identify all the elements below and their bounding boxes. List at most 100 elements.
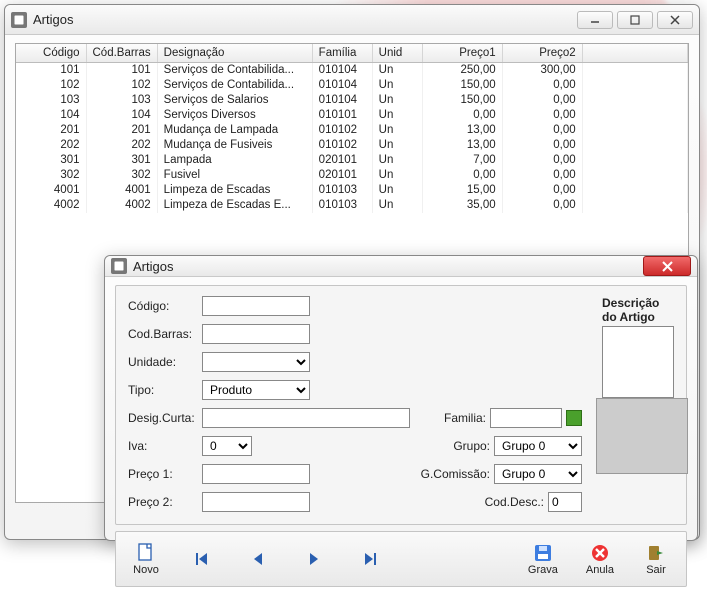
cell: Fusivel xyxy=(157,168,312,183)
descricao-textarea[interactable] xyxy=(602,326,674,398)
minimize-button[interactable] xyxy=(577,11,613,29)
column-header[interactable]: Preço1 xyxy=(422,44,502,63)
table-row[interactable]: 104104Serviços Diversos010101Un0,000,00 xyxy=(16,108,688,123)
cell: 010104 xyxy=(312,93,372,108)
cancel-icon xyxy=(589,542,611,564)
preco2-field[interactable] xyxy=(202,492,310,512)
window-title: Artigos xyxy=(33,12,577,27)
column-header[interactable]: Código xyxy=(16,44,86,63)
cell: 0,00 xyxy=(502,78,582,93)
cell: 300,00 xyxy=(502,63,582,78)
detail-toolbar: Novo Grava Anula xyxy=(115,531,687,587)
maximize-button[interactable] xyxy=(617,11,653,29)
next-record-button[interactable] xyxy=(294,536,334,582)
table-row[interactable]: 40024002Limpeza de Escadas E...010103Un3… xyxy=(16,198,688,213)
codigo-field[interactable] xyxy=(202,296,310,316)
column-header[interactable]: Preço2 xyxy=(502,44,582,63)
familia-lookup-button[interactable] xyxy=(566,410,582,426)
label-tipo: Tipo: xyxy=(128,383,198,397)
table-row[interactable]: 40014001Limpeza de Escadas010103Un15,000… xyxy=(16,183,688,198)
cell: Serviços de Contabilida... xyxy=(157,78,312,93)
label-familia: Familia: xyxy=(414,411,486,425)
cell: 010102 xyxy=(312,123,372,138)
cell: 010103 xyxy=(312,183,372,198)
table-row[interactable]: 202202Mudança de Fusiveis010102Un13,000,… xyxy=(16,138,688,153)
cell: 4001 xyxy=(16,183,86,198)
preco1-field[interactable] xyxy=(202,464,310,484)
sair-button[interactable]: Sair xyxy=(636,536,676,582)
cell: 35,00 xyxy=(422,198,502,213)
titlebar[interactable]: Artigos xyxy=(105,256,697,277)
cell: 010103 xyxy=(312,198,372,213)
label-descricao: Descrição do Artigo xyxy=(602,296,674,324)
cell: 0,00 xyxy=(422,168,502,183)
cell: Un xyxy=(372,63,422,78)
cell: Un xyxy=(372,123,422,138)
cell: 102 xyxy=(86,78,157,93)
cell: 104 xyxy=(86,108,157,123)
cell: 13,00 xyxy=(422,138,502,153)
gcomissao-select[interactable]: Grupo 0 xyxy=(494,464,582,484)
label-preco1: Preço 1: xyxy=(128,467,198,481)
label-desigcurta: Desig.Curta: xyxy=(128,411,198,425)
column-header[interactable]: Unid xyxy=(372,44,422,63)
cell: 0,00 xyxy=(502,108,582,123)
cell: 201 xyxy=(16,123,86,138)
tipo-select[interactable]: Produto xyxy=(202,380,310,400)
cell: 4002 xyxy=(86,198,157,213)
app-icon xyxy=(11,12,27,28)
cell: Un xyxy=(372,108,422,123)
cell: 250,00 xyxy=(422,63,502,78)
desigcurta-field[interactable] xyxy=(202,408,410,428)
image-placeholder xyxy=(596,398,688,474)
cell: 103 xyxy=(86,93,157,108)
last-record-button[interactable] xyxy=(350,536,390,582)
column-header[interactable]: Família xyxy=(312,44,372,63)
codbarras-field[interactable] xyxy=(202,324,310,344)
cell: 202 xyxy=(86,138,157,153)
cell: 301 xyxy=(16,153,86,168)
table-row[interactable]: 201201Mudança de Lampada010102Un13,000,0… xyxy=(16,123,688,138)
cell: 020101 xyxy=(312,168,372,183)
grupo-select[interactable]: Grupo 0 xyxy=(494,436,582,456)
last-icon xyxy=(359,548,381,570)
label-preco2: Preço 2: xyxy=(128,495,198,509)
cell: Mudança de Lampada xyxy=(157,123,312,138)
familia-field[interactable] xyxy=(490,408,562,428)
column-header[interactable]: Cód.Barras xyxy=(86,44,157,63)
close-button[interactable] xyxy=(657,11,693,29)
cell: 010102 xyxy=(312,138,372,153)
cell: 101 xyxy=(86,63,157,78)
iva-select[interactable]: 0 xyxy=(202,436,252,456)
table-row[interactable]: 102102Serviços de Contabilida...010104Un… xyxy=(16,78,688,93)
label-unidade: Unidade: xyxy=(128,355,198,369)
cell: 0,00 xyxy=(502,123,582,138)
table-row[interactable]: 301301Lampada020101Un7,000,00 xyxy=(16,153,688,168)
exit-icon xyxy=(645,542,667,564)
cell: Un xyxy=(372,168,422,183)
table-row[interactable]: 101101Serviços de Contabilida...010104Un… xyxy=(16,63,688,78)
close-button[interactable] xyxy=(643,256,691,276)
table-row[interactable]: 103103Serviços de Salarios010104Un150,00… xyxy=(16,93,688,108)
unidade-select[interactable] xyxy=(202,352,310,372)
cell: 010104 xyxy=(312,63,372,78)
table-row[interactable]: 302302Fusivel020101Un0,000,00 xyxy=(16,168,688,183)
column-header[interactable]: Designação xyxy=(157,44,312,63)
coddesc-field[interactable] xyxy=(548,492,582,512)
anula-button[interactable]: Anula xyxy=(580,536,620,582)
grava-button[interactable]: Grava xyxy=(522,536,564,582)
window-title: Artigos xyxy=(133,259,643,274)
label-grupo: Grupo: xyxy=(418,439,490,453)
cell: 302 xyxy=(86,168,157,183)
cell: 010101 xyxy=(312,108,372,123)
cell: Un xyxy=(372,183,422,198)
titlebar[interactable]: Artigos xyxy=(5,5,699,35)
cell: Un xyxy=(372,78,422,93)
first-record-button[interactable] xyxy=(182,536,222,582)
label-codbarras: Cod.Barras: xyxy=(128,327,198,341)
cell: 020101 xyxy=(312,153,372,168)
cell: Un xyxy=(372,93,422,108)
novo-button[interactable]: Novo xyxy=(126,536,166,582)
cell: 102 xyxy=(16,78,86,93)
prev-record-button[interactable] xyxy=(238,536,278,582)
